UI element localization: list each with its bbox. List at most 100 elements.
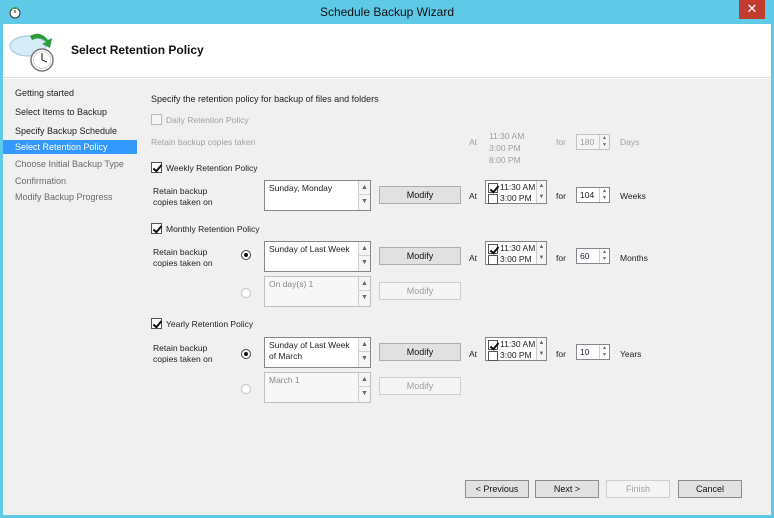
weekly-times-list[interactable]: 11:30 AM 3:00 PM ▲ ▼ (485, 180, 547, 204)
yearly-option-1-radio[interactable] (241, 349, 251, 359)
monthly-for-label: for (556, 253, 566, 263)
title-bar: Schedule Backup Wizard ✕ (0, 0, 774, 24)
yearly-retention-checkbox[interactable] (151, 318, 162, 329)
monthly-option-1-radio[interactable] (241, 250, 251, 260)
scroll-down-icon[interactable]: ▼ (359, 256, 370, 270)
nav-item-getting-started[interactable]: Getting started (3, 86, 137, 100)
monthly-times-list[interactable]: 11:30 AM 3:00 PM ▲ ▼ (485, 241, 547, 265)
spin-arrows-icon[interactable]: ▲ ▼ (599, 135, 609, 149)
times-scroll-icon[interactable]: ▲ ▼ (536, 338, 546, 360)
nav-item-select-items[interactable]: Select Items to Backup (3, 105, 137, 119)
daily-count-spinner[interactable]: 180 ▲ ▼ (576, 134, 610, 150)
daily-retention-checkbox[interactable] (151, 114, 162, 125)
weekly-days-value: Sunday, Monday (269, 183, 333, 193)
weekly-retention-label: Weekly Retention Policy (166, 163, 258, 173)
listbox-scrollbar: ▲ ▼ (358, 373, 370, 402)
daily-time-3: 8:00 PM (489, 155, 521, 165)
yearly-for-label: for (556, 349, 566, 359)
yearly-retention-label: Yearly Retention Policy (166, 319, 254, 329)
spin-arrows-icon[interactable]: ▲ ▼ (599, 188, 609, 202)
monthly-modify-button[interactable]: Modify (379, 247, 461, 265)
finish-button: Finish (606, 480, 670, 498)
monthly-option-2-radio[interactable] (241, 288, 251, 298)
scroll-up-icon[interactable]: ▲ (359, 242, 370, 256)
scroll-down-icon[interactable]: ▼ (359, 195, 370, 209)
daily-count-value: 180 (580, 137, 595, 147)
times-scroll-icon[interactable]: ▲ ▼ (536, 181, 546, 203)
daily-time-2: 3:00 PM (489, 143, 521, 153)
monthly-count-value: 60 (580, 251, 590, 261)
monthly-option-2-value: On day(s) 1 (269, 279, 314, 289)
listbox-scrollbar: ▲ ▼ (358, 277, 370, 306)
instruction-text: Specify the retention policy for backup … (151, 94, 379, 104)
monthly-count-spinner[interactable]: 60 ▲ ▼ (576, 248, 610, 264)
retention-policy-panel: Specify the retention policy for backup … (139, 79, 771, 515)
yearly-time-1: 11:30 AM (500, 339, 536, 349)
weekly-for-label: for (556, 191, 566, 201)
listbox-scrollbar[interactable]: ▲ ▼ (358, 338, 370, 367)
weekly-count-value: 104 (580, 190, 595, 200)
nav-item-initial-backup-type: Choose Initial Backup Type (15, 159, 124, 169)
yearly-time-2-checkbox[interactable] (488, 350, 498, 361)
yearly-time-1-checkbox[interactable] (488, 339, 498, 350)
monthly-retention-checkbox[interactable] (151, 223, 162, 234)
yearly-time-2: 3:00 PM (500, 350, 532, 360)
monthly-time-1-checkbox[interactable] (488, 243, 498, 254)
scroll-down-icon: ▼ (361, 390, 368, 397)
nav-item-confirmation: Confirmation (15, 176, 67, 186)
weekly-time-1: 11:30 AM (500, 182, 536, 192)
monthly-time-1: 11:30 AM (500, 243, 536, 253)
weekly-retention-checkbox[interactable] (151, 162, 162, 173)
scroll-down-icon: ▼ (361, 294, 368, 301)
yearly-modify-2-button: Modify (379, 377, 461, 395)
listbox-scrollbar[interactable]: ▲ ▼ (358, 242, 370, 271)
weekly-retain-label-2: copies taken on (153, 197, 213, 207)
wizard-header: Select Retention Policy (3, 24, 771, 78)
spin-arrows-icon[interactable]: ▲ ▼ (599, 345, 609, 359)
nav-item-backup-schedule[interactable]: Specify Backup Schedule (3, 124, 137, 138)
scroll-down-icon[interactable]: ▼ (359, 352, 370, 366)
listbox-scrollbar[interactable]: ▲ ▼ (358, 181, 370, 210)
scroll-up-icon: ▲ (359, 277, 370, 291)
previous-button[interactable]: < Previous (465, 480, 529, 498)
weekly-count-spinner[interactable]: 104 ▲ ▼ (576, 187, 610, 203)
scroll-up-icon[interactable]: ▲ (359, 181, 370, 195)
weekly-time-2: 3:00 PM (500, 193, 532, 203)
next-button[interactable]: Next > (535, 480, 599, 498)
spin-arrows-icon[interactable]: ▲ ▼ (599, 249, 609, 263)
monthly-option-2-listbox: On day(s) 1 ▲ ▼ (264, 276, 371, 307)
weekly-unit-label: Weeks (620, 191, 646, 201)
monthly-unit-label: Months (620, 253, 648, 263)
monthly-at-label: At (469, 253, 478, 263)
nav-item-modify-progress: Modify Backup Progress (15, 192, 113, 202)
wizard-content: Getting started Select Items to Backup S… (3, 79, 771, 515)
yearly-option-2-listbox: March 1 ▲ ▼ (264, 372, 371, 403)
weekly-modify-button[interactable]: Modify (379, 186, 461, 204)
weekly-time-1-checkbox[interactable] (488, 182, 498, 193)
weekly-days-listbox[interactable]: Sunday, Monday ▲ ▼ (264, 180, 371, 211)
close-button[interactable]: ✕ (739, 0, 765, 19)
monthly-retain-label-1: Retain backup (153, 247, 208, 257)
daily-for-label: for (556, 137, 566, 147)
cancel-button[interactable]: Cancel (678, 480, 742, 498)
scroll-up-icon[interactable]: ▲ (359, 338, 370, 352)
yearly-times-list[interactable]: 11:30 AM 3:00 PM ▲ ▼ (485, 337, 547, 361)
daily-unit-label: Days (620, 137, 640, 147)
weekly-time-2-checkbox[interactable] (488, 193, 498, 204)
monthly-option-1-listbox[interactable]: Sunday of Last Week ▲ ▼ (264, 241, 371, 272)
yearly-unit-label: Years (620, 349, 642, 359)
times-scroll-icon[interactable]: ▲ ▼ (536, 242, 546, 264)
daily-time-1: 11:30 AM (489, 131, 525, 141)
nav-item-retention-policy[interactable]: Select Retention Policy (3, 140, 137, 154)
yearly-count-spinner[interactable]: 10 ▲ ▼ (576, 344, 610, 360)
monthly-retention-label: Monthly Retention Policy (166, 224, 260, 234)
wizard-steps-nav: Getting started Select Items to Backup S… (3, 79, 137, 515)
yearly-modify-button[interactable]: Modify (379, 343, 461, 361)
monthly-time-2-checkbox[interactable] (488, 254, 498, 265)
yearly-count-value: 10 (580, 347, 590, 357)
monthly-option-1-value: Sunday of Last Week (269, 244, 350, 254)
yearly-option-1-listbox[interactable]: Sunday of Last Week of March ▲ ▼ (264, 337, 371, 368)
yearly-option-2-radio[interactable] (241, 384, 251, 394)
weekly-at-label: At (469, 191, 478, 201)
window-title: Schedule Backup Wizard (319, 5, 455, 19)
